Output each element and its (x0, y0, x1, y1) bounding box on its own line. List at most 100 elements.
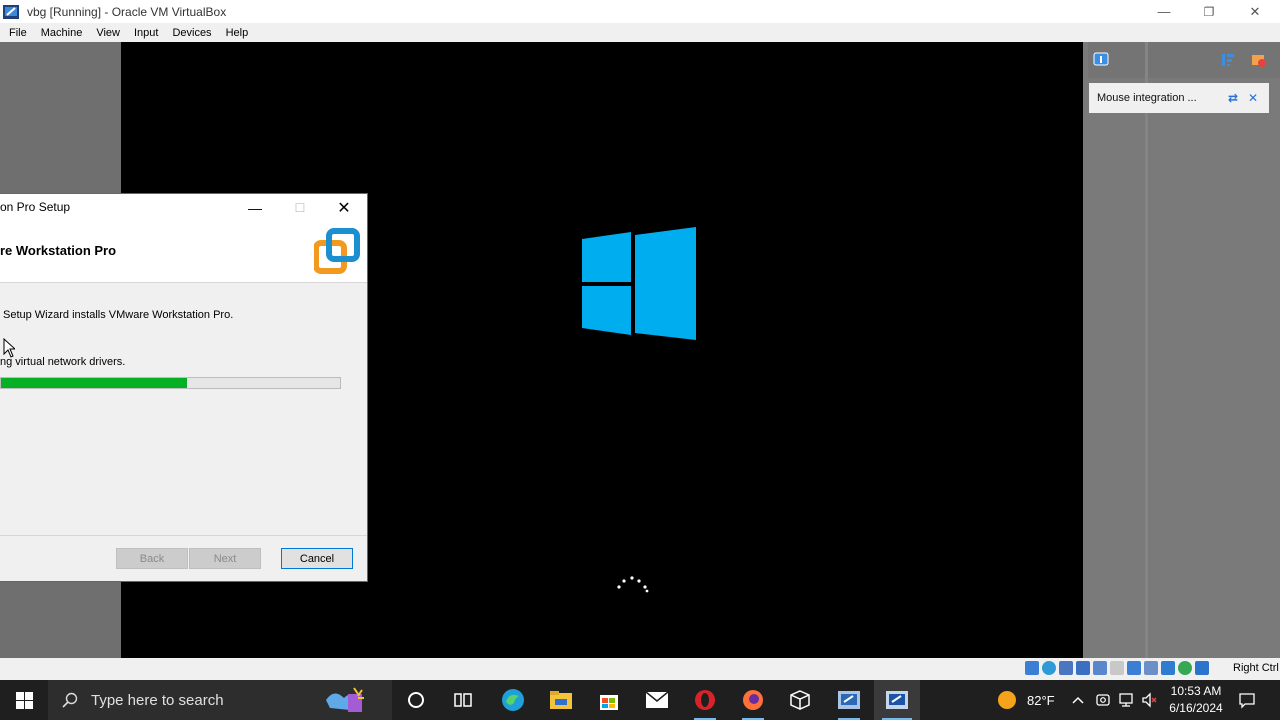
audio-icon[interactable] (1059, 661, 1073, 675)
install-status-text: ng virtual network drivers. (0, 356, 126, 368)
vmware-setup-dialog: on Pro Setup — ☐ ✕ re Workstation Pro Se… (0, 193, 368, 582)
dialog-close-button[interactable]: ✕ (333, 194, 355, 222)
dialog-footer: Back Next Cancel (0, 536, 367, 581)
vm-status-bar: Right Ctrl (0, 658, 1280, 680)
clock-date: 6/16/2024 (1169, 701, 1223, 715)
taskbar-search-box[interactable]: Type here to search (48, 680, 392, 720)
recording-icon[interactable] (1144, 661, 1158, 675)
menu-bar: File Machine View Input Devices Help (0, 23, 1280, 42)
window-title: vbg [Running] - Oracle VM VirtualBox (27, 4, 227, 19)
camera-icon (1096, 694, 1110, 706)
windows-start-icon (15, 691, 33, 709)
restore-button[interactable]: ❐ (1186, 0, 1232, 23)
window-titlebar: vbg [Running] - Oracle VM VirtualBox (0, 0, 1280, 23)
cortana-icon (408, 692, 424, 708)
settings-notification-icon[interactable] (1248, 49, 1270, 71)
chevron-up-icon (1072, 696, 1084, 704)
windows-logo-icon (582, 227, 696, 340)
mouse-integration-notification: Mouse integration ... ⇄ ✕ (1089, 83, 1269, 113)
folder-icon (550, 691, 572, 709)
progress-fill (1, 378, 188, 388)
notification-text: Mouse integration ... (1097, 92, 1197, 104)
cube-icon (790, 690, 810, 710)
setup-description: Setup Wizard installs VMware Workstation… (3, 309, 234, 321)
shared-folders-icon[interactable] (1110, 661, 1124, 675)
search-icon (62, 692, 78, 708)
install-progress-bar (0, 377, 341, 389)
mouse-cursor-icon (3, 338, 15, 358)
network-icon (1119, 693, 1133, 707)
vmware-logo-icon (314, 228, 360, 274)
weather-widget[interactable]: 82°F (996, 680, 1055, 720)
virtualbox-vm-icon (886, 691, 908, 709)
store-icon (600, 695, 618, 710)
search-placeholder: Type here to search (91, 691, 224, 709)
dialog-title: on Pro Setup (0, 200, 71, 214)
dialog-heading: re Workstation Pro (0, 243, 117, 258)
vm-side-panel (1083, 42, 1280, 658)
taskbar-vmware-manager[interactable] (826, 680, 872, 720)
loading-spinner-icon (617, 576, 649, 593)
menu-help[interactable]: Help (221, 27, 254, 39)
cancel-button[interactable]: Cancel (281, 548, 353, 569)
clock-time: 10:53 AM (1170, 684, 1222, 698)
task-view-button[interactable] (440, 680, 486, 720)
menu-file[interactable]: File (4, 27, 32, 39)
start-button[interactable] (0, 680, 48, 720)
mouse-info-icon[interactable] (1090, 49, 1112, 71)
dialog-header: re Workstation Pro (0, 222, 367, 283)
minimize-button[interactable]: — (1141, 0, 1187, 23)
tray-overflow-button[interactable] (1071, 680, 1085, 720)
sun-icon (998, 691, 1016, 709)
taskbar-mail[interactable] (634, 680, 680, 720)
tray-network[interactable] (1118, 680, 1136, 720)
windows-taskbar: Type here to search 82°F 10:53 AM 6/16/2… (0, 680, 1280, 720)
notification-icon (1239, 693, 1255, 709)
search-highlight-icon (326, 687, 364, 712)
menu-devices[interactable]: Devices (167, 27, 216, 39)
firefox-icon (743, 690, 763, 710)
edge-icon (502, 689, 524, 711)
dialog-maximize-button: ☐ (294, 201, 306, 215)
opera-icon (695, 690, 715, 710)
dismiss-notification-button[interactable]: ✕ (1243, 88, 1263, 108)
dialog-minimize-button[interactable]: — (244, 194, 266, 222)
tray-meet-now[interactable] (1095, 680, 1111, 720)
taskbar-edge[interactable] (490, 680, 536, 720)
taskbar-store[interactable] (586, 680, 632, 720)
mail-icon (645, 691, 669, 708)
optical-drive-icon[interactable] (1042, 661, 1056, 675)
action-center-button[interactable] (1238, 680, 1256, 720)
taskbar-clock[interactable]: 10:53 AM 6/16/2024 (1164, 683, 1228, 717)
taskbar-firefox[interactable] (730, 680, 776, 720)
cortana-button[interactable] (393, 680, 439, 720)
cpu-activity-icon[interactable] (1178, 661, 1192, 675)
menu-view[interactable]: View (91, 27, 125, 39)
tray-volume[interactable] (1141, 680, 1159, 720)
pin-icon[interactable]: ⇄ (1223, 88, 1243, 108)
network-icon[interactable] (1076, 661, 1090, 675)
taskbar-virtualbox-3d[interactable] (777, 680, 823, 720)
close-button[interactable]: ✕ (1232, 0, 1278, 23)
taskbar-opera[interactable] (682, 680, 728, 720)
virtualbox-manager-icon (838, 691, 860, 709)
display-icon[interactable] (1127, 661, 1141, 675)
back-button[interactable]: Back (116, 548, 188, 569)
dialog-body: Setup Wizard installs VMware Workstation… (0, 283, 367, 535)
usb-icon[interactable] (1093, 661, 1107, 675)
next-button[interactable]: Next (189, 548, 261, 569)
menu-machine[interactable]: Machine (36, 27, 88, 39)
host-key-label: Right Ctrl (1233, 662, 1279, 674)
taskbar-virtualbox-vm[interactable] (874, 680, 920, 720)
panel-divider (1145, 42, 1148, 658)
virtualbox-app-icon (3, 4, 19, 19)
host-key-arrow-icon[interactable] (1195, 661, 1209, 675)
sort-icon[interactable] (1217, 49, 1239, 71)
temperature: 82°F (1027, 692, 1055, 708)
menu-input[interactable]: Input (129, 27, 163, 39)
volume-muted-icon (1142, 692, 1157, 708)
taskbar-file-explorer[interactable] (538, 680, 584, 720)
task-view-icon (454, 693, 472, 707)
hard-disk-icon[interactable] (1025, 661, 1039, 675)
video-capture-icon[interactable] (1161, 661, 1175, 675)
